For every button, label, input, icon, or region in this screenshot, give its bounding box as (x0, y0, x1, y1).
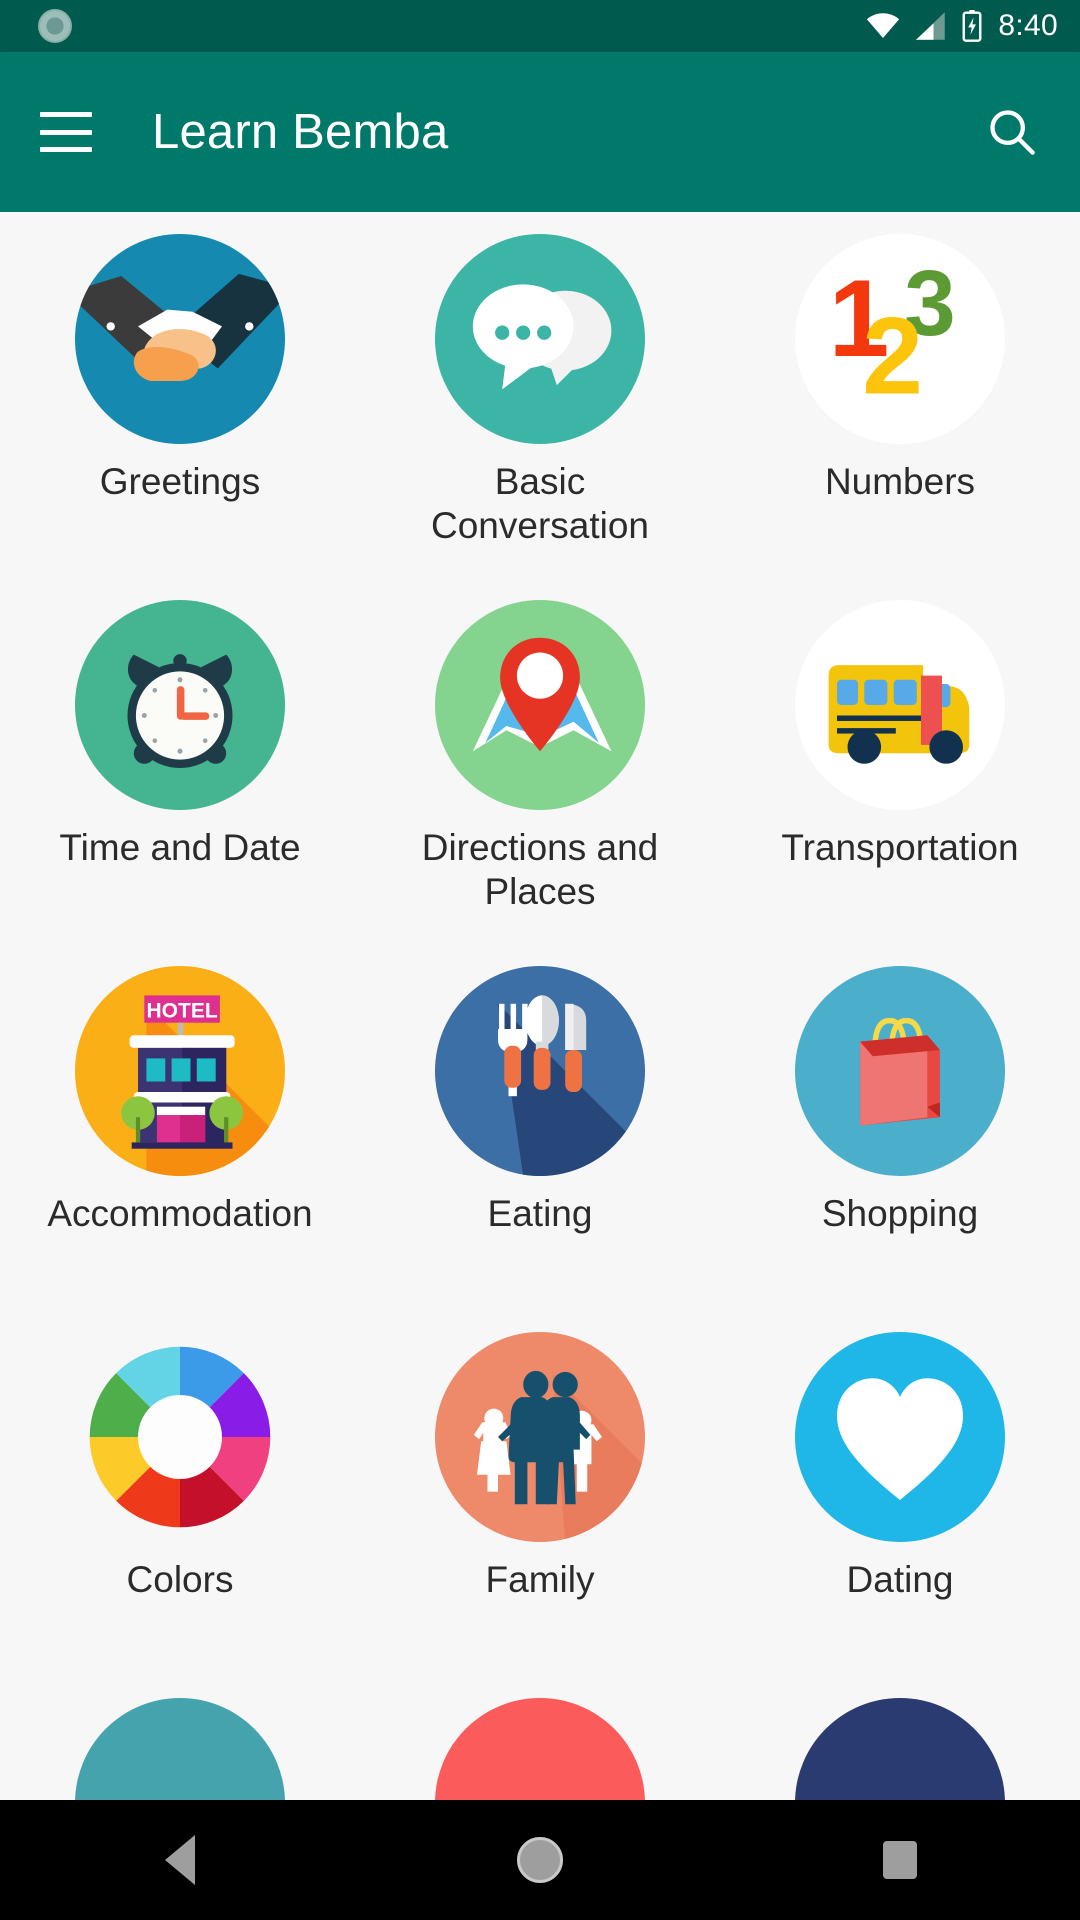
category-item-partial-weather[interactable] (720, 1676, 1080, 1820)
category-item-greetings[interactable]: Greetings (0, 212, 360, 578)
status-bar-left (38, 9, 866, 43)
back-button[interactable] (120, 1800, 240, 1920)
cellular-signal-icon (916, 12, 946, 40)
svg-text:2: 2 (862, 296, 923, 418)
heart-icon (795, 1332, 1005, 1542)
sync-icon (38, 9, 72, 43)
category-item-numbers[interactable]: 1 3 2 Numbers (720, 212, 1080, 578)
category-item-accommodation[interactable]: HOTEL Accommodation (0, 944, 360, 1310)
hamburger-menu-icon[interactable] (40, 112, 92, 152)
recents-button[interactable] (840, 1800, 960, 1920)
category-label: Eating (487, 1193, 593, 1234)
category-label: Numbers (824, 461, 976, 502)
home-circle-icon (517, 1837, 563, 1883)
category-item-partial-health[interactable] (360, 1676, 720, 1820)
map-pin-icon (435, 600, 645, 810)
svg-text:HOTEL: HOTEL (147, 999, 218, 1022)
category-label: Dating (846, 1559, 954, 1600)
search-icon[interactable] (984, 104, 1040, 160)
color-wheel-icon (75, 1332, 285, 1542)
category-label: Family (485, 1559, 595, 1600)
category-item-partial-emergency[interactable] (0, 1676, 360, 1820)
category-item-basic-conversation[interactable]: Basic Conversation (360, 212, 720, 578)
battery-charging-icon (962, 10, 982, 42)
hotel-building-icon: HOTEL (75, 966, 285, 1176)
category-item-eating[interactable]: Eating (360, 944, 720, 1310)
category-label: Shopping (821, 1193, 979, 1234)
category-label: Directions and Places (421, 827, 659, 912)
category-item-family[interactable]: Family (360, 1310, 720, 1676)
category-grid-scroll[interactable]: Greetings Basic Conversation 1 3 2 Numbe… (0, 212, 1080, 1820)
category-item-transportation[interactable]: Transportation (720, 578, 1080, 944)
alarm-clock-icon (75, 600, 285, 810)
digits-123-icon: 1 3 2 (795, 234, 1005, 444)
status-bar-right: 8:40 (866, 9, 1058, 43)
category-item-time-and-date[interactable]: Time and Date (0, 578, 360, 944)
phone-screen: 8:40 Learn Bemba Greetings Basic Convers… (0, 0, 1080, 1920)
android-navigation-bar (0, 1800, 1080, 1920)
status-bar: 8:40 (0, 0, 1080, 52)
family-icon (435, 1332, 645, 1542)
cutlery-icon (435, 966, 645, 1176)
category-label: Transportation (781, 827, 1019, 868)
category-label: Colors (126, 1559, 234, 1600)
shopping-bag-icon (795, 966, 1005, 1176)
back-triangle-icon (165, 1835, 195, 1885)
app-bar: Learn Bemba (0, 52, 1080, 212)
category-item-dating[interactable]: Dating (720, 1310, 1080, 1676)
recents-square-icon (883, 1841, 917, 1879)
status-bar-clock: 8:40 (998, 9, 1058, 42)
page-title: Learn Bemba (152, 105, 449, 159)
category-grid: Greetings Basic Conversation 1 3 2 Numbe… (0, 212, 1080, 1820)
category-item-directions-and-places[interactable]: Directions and Places (360, 578, 720, 944)
handshake-icon (75, 234, 285, 444)
speech-bubbles-icon (435, 234, 645, 444)
category-item-shopping[interactable]: Shopping (720, 944, 1080, 1310)
wifi-icon (867, 13, 900, 39)
category-label: Basic Conversation (430, 461, 649, 546)
category-item-colors[interactable]: Colors (0, 1310, 360, 1676)
home-button[interactable] (480, 1800, 600, 1920)
school-bus-icon (795, 600, 1005, 810)
category-label: Accommodation (47, 1193, 313, 1234)
category-label: Time and Date (59, 827, 301, 868)
category-label: Greetings (99, 461, 261, 502)
